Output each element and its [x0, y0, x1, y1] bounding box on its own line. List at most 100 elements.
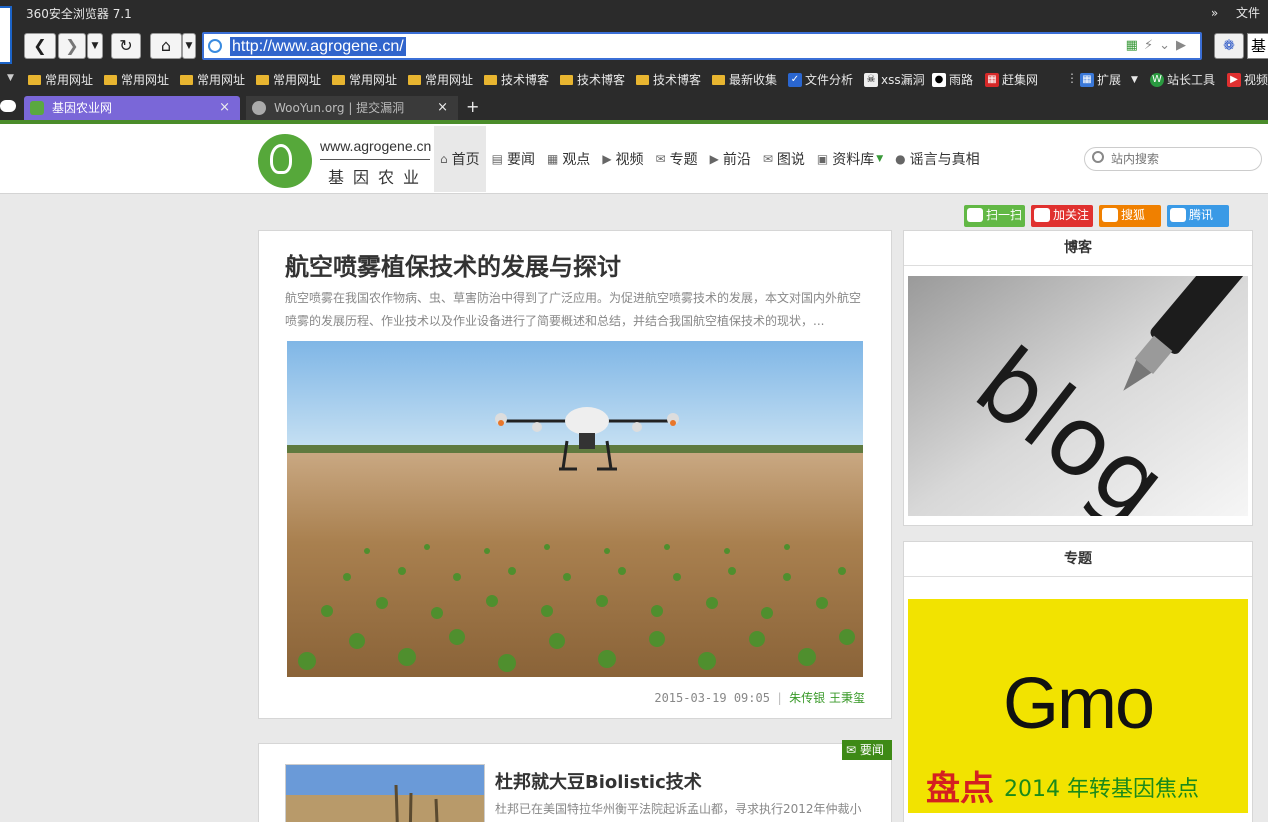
close-tab-icon[interactable]: × [437, 96, 448, 120]
article-summary: 杜邦已在美国特拉华州衡平法院起诉孟山都，寻求执行2012年仲裁小 [495, 802, 862, 816]
home-button[interactable]: ⌂ [150, 33, 182, 59]
nav-rumors[interactable]: ● 谣言与真相 [889, 126, 985, 192]
bookmark-item[interactable]: 常用网址 [408, 71, 473, 88]
share-tencent-button[interactable]: 腾讯 [1167, 205, 1229, 227]
nav-label: 要闻 [506, 152, 535, 168]
article-authors[interactable]: 朱传银 王秉玺 [789, 691, 865, 705]
sidebar-blog: 博客 blog [903, 230, 1253, 526]
qrcode-icon[interactable]: ▦ [1126, 38, 1144, 53]
site-search-input[interactable] [1111, 151, 1251, 167]
article-thumbnail[interactable] [285, 764, 485, 822]
tab-strip: 基因农业网 × WooYun.org | 提交漏洞 × + [0, 96, 1268, 122]
nav-label: 专题 [669, 152, 698, 168]
bookmark-item[interactable]: ✓ 文件分析 [788, 71, 853, 88]
tab-favicon-icon [252, 101, 266, 115]
bookmark-item[interactable]: 技术博客 [484, 71, 549, 88]
logo-name[interactable]: 基因农业 [328, 164, 428, 188]
article-image-drone[interactable] [287, 341, 863, 677]
category-badge[interactable]: ✉ 要闻 [842, 740, 892, 760]
bookmark-item[interactable]: 常用网址 [104, 71, 169, 88]
search-engine-icon[interactable]: ❁ [1214, 33, 1244, 59]
address-url[interactable]: http://www.agrogene.cn/ [230, 37, 406, 56]
nav-frontier[interactable]: ▶ 前沿 [704, 126, 757, 192]
folder-icon [636, 74, 649, 85]
home-icon: ⌂ [440, 152, 448, 166]
nav-library[interactable]: ▣ 资料库 ▼ [811, 126, 889, 192]
tencent-icon [1170, 208, 1186, 222]
bookmark-item[interactable]: 技术博客 [636, 71, 701, 88]
folder-icon [560, 74, 573, 85]
logo-url[interactable]: www.agrogene.cn [320, 138, 431, 154]
search-icon[interactable] [1092, 151, 1104, 163]
home-dropdown-button[interactable]: ▼ [182, 33, 196, 59]
badge-label: 要闻 [859, 743, 884, 757]
bookmark-item[interactable]: ▦ 赶集网 [985, 71, 1038, 88]
back-button[interactable]: ❮ [24, 33, 56, 59]
address-tools: ▦⚡⌄▶ [1126, 38, 1192, 53]
share-wechat-button[interactable]: 扫一扫 [964, 205, 1025, 227]
chevron-down-icon: ▼ [876, 154, 884, 164]
main-nav: ⌂ 首页 ▤ 要闻 ▦ 观点 ▶ 视频 ✉ 专题 ▶ 前沿 ✉ 图说 ▣ 资料库 ▼ ● 谣言与真相 [434, 126, 986, 192]
search-input[interactable]: 基 [1247, 33, 1268, 59]
play-icon: ▶ [709, 152, 719, 166]
menu-file[interactable]: 文件 [1236, 6, 1260, 20]
bookmark-item[interactable]: ▦ 扩展 ▼ [1080, 71, 1138, 88]
address-bar[interactable]: http://www.agrogene.cn/ ▦⚡⌄▶ [202, 32, 1202, 60]
share-weibo-button[interactable]: 加关注 [1031, 205, 1093, 227]
special-image-caption: 盘点 2014 年转基因焦点 [926, 761, 1199, 810]
nav-label: 视频 [615, 152, 644, 168]
bookmark-label: 技术博客 [653, 73, 702, 87]
folder-icon [104, 74, 117, 85]
bookmark-item[interactable]: W 站长工具 [1150, 71, 1215, 88]
nav-topics[interactable]: ✉ 专题 [650, 126, 704, 192]
bookmark-item[interactable]: 常用网址 [256, 71, 321, 88]
lightning-icon[interactable]: ⚡ [1144, 38, 1159, 53]
tab-wooyun[interactable]: WooYun.org | 提交漏洞 × [246, 96, 458, 120]
users-icon: ● [895, 152, 906, 166]
bookmark-item[interactable]: ☠ xss漏洞 [864, 71, 925, 88]
special-image[interactable]: Gmo 盘点 2014 年转基因焦点 [908, 599, 1248, 813]
menu-overflow-icon[interactable]: » [1211, 6, 1218, 20]
tab-agrogene[interactable]: 基因农业网 × [24, 96, 240, 120]
new-tab-button[interactable]: + [466, 96, 479, 118]
special-image-main: Gmo [1002, 664, 1155, 744]
article-title[interactable]: 杜邦就大豆Biolistic技术 [495, 768, 702, 794]
nav-news[interactable]: ▤ 要闻 [486, 126, 541, 192]
bookmarks-menu-icon[interactable]: ▼ [7, 73, 14, 83]
bookmark-item[interactable]: 常用网址 [28, 71, 93, 88]
nav-home[interactable]: ⌂ 首页 [434, 126, 486, 192]
bookmark-item[interactable]: ▶ 视频 [1227, 71, 1268, 88]
site-search [1084, 147, 1262, 171]
close-tab-icon[interactable]: × [219, 96, 230, 120]
tab-label: 基因农业网 [52, 101, 113, 115]
folder-icon [332, 74, 345, 85]
bookmark-item[interactable]: 常用网址 [332, 71, 397, 88]
bookmark-item[interactable]: 最新收集 [712, 71, 777, 88]
refresh-button[interactable]: ↻ [111, 33, 141, 59]
cloud-icon[interactable] [0, 100, 16, 112]
article-summary: 航空喷雾在我国农作物病、虫、草害防治中得到了广泛应用。为促进航空喷雾技术的发展，… [285, 291, 862, 328]
blog-image[interactable]: blog [908, 276, 1248, 516]
folder-icon [484, 74, 497, 85]
go-icon[interactable]: ▶ [1176, 38, 1192, 53]
article-title[interactable]: 航空喷雾植保技术的发展与探讨 [285, 247, 621, 282]
soybean-field-photo [286, 765, 484, 822]
folder-icon [712, 74, 725, 85]
history-dropdown-button[interactable]: ▼ [87, 33, 103, 59]
forward-button[interactable]: ❯ [58, 33, 86, 59]
nav-pictures[interactable]: ✉ 图说 [757, 126, 811, 192]
nav-video[interactable]: ▶ 视频 [596, 126, 649, 192]
bookmark-item[interactable]: 常用网址 [180, 71, 245, 88]
article-card: ✉ 要闻 杜邦就大豆Biolistic技术 杜邦已在美国特拉华州衡平法院起诉孟山… [258, 740, 892, 822]
share-sohu-button[interactable]: 搜狐 [1099, 205, 1161, 227]
chevron-down-icon[interactable]: ⌄ [1159, 38, 1176, 53]
play-icon: ▶ [602, 152, 612, 166]
nav-opinion[interactable]: ▦ 观点 [541, 126, 596, 192]
folder-icon [28, 74, 41, 85]
bookmark-item[interactable]: 技术博客 [560, 71, 625, 88]
tab-label: WooYun.org | 提交漏洞 [274, 101, 405, 115]
wechat-icon [967, 208, 983, 222]
bookmark-item[interactable]: ● 雨路 [932, 71, 973, 88]
news-icon: ▤ [491, 152, 503, 166]
drone-field-photo [287, 341, 863, 677]
